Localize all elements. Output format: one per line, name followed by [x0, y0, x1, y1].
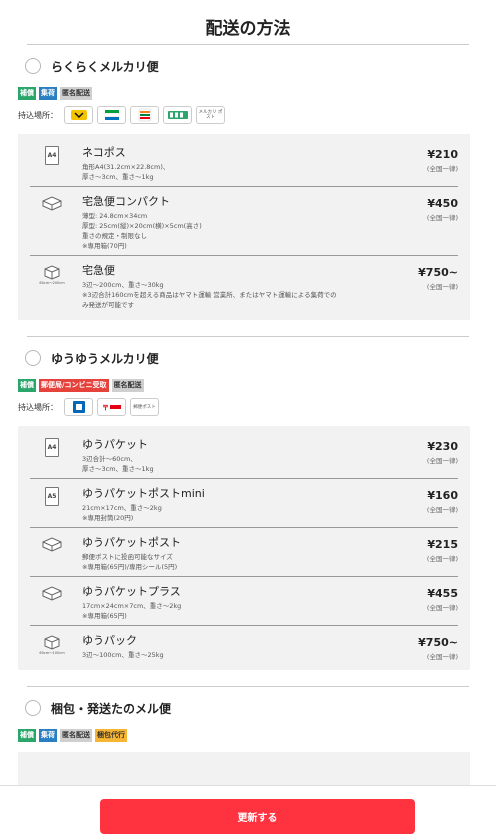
option-yupacket: A4 ゆうパケット 3辺合計〜60cm、 厚さ〜3cm、重さ〜1kg ¥230 …	[30, 430, 458, 479]
option-price: ¥450	[427, 197, 458, 210]
options-panel: A4 ネコポス 角形A4(31.2cm×22.8cm)、 厚さ〜3cm、重さ〜1…	[18, 134, 470, 320]
tag-anonymous: 匿名配送	[60, 87, 92, 100]
price-note: (全国一律)	[426, 214, 458, 222]
option-name: ゆうパケットポストmini	[82, 487, 205, 500]
price-note: (全国一律)	[426, 283, 458, 291]
option-price: ¥160	[427, 489, 458, 502]
divider	[27, 686, 469, 687]
large-box-icon	[44, 265, 60, 280]
option-name: 宅急便	[82, 264, 115, 277]
option-price: ¥230	[427, 440, 458, 453]
option-desc: 3辺〜100cm、重さ〜25kg	[82, 651, 164, 659]
option-price: ¥210	[427, 148, 458, 161]
price-note: (全国一律)	[426, 457, 458, 465]
a4-envelope-icon: A4	[45, 438, 59, 457]
option-nekopos: A4 ネコポス 角形A4(31.2cm×22.8cm)、 厚さ〜3cm、重さ〜1…	[30, 138, 458, 187]
mercari-post-label: メルカリ ポスト	[196, 106, 225, 124]
post-box-label: 郵便ポスト	[130, 398, 159, 416]
option-name: ネコポス	[82, 146, 126, 159]
option-desc: 21cm×17cm、重さ〜2kg ※専用封筒(20円)	[82, 504, 162, 522]
option-yupack: 60cm〜100cm ゆうパック 3辺〜100cm、重さ〜25kg ¥750~ …	[30, 626, 458, 664]
option-desc: 3辺合計〜60cm、 厚さ〜3cm、重さ〜1kg	[82, 455, 154, 473]
divider	[27, 336, 469, 337]
option-name: 宅急便コンパクト	[82, 195, 170, 208]
post-office-logo: 〒	[97, 398, 126, 416]
tag-anonymous: 匿名配送	[111, 379, 144, 392]
price-note: (全国一律)	[426, 555, 458, 563]
radio-yuyu[interactable]	[25, 350, 41, 366]
pudo-logo	[163, 106, 192, 124]
tag-pickup: 集荷	[39, 729, 57, 742]
box-icon	[42, 537, 62, 552]
tag-packing-service: 梱包代行	[95, 729, 127, 742]
option-yupacket-post-mini: A5 ゆうパケットポストmini 21cm×17cm、重さ〜2kg ※専用封筒(…	[30, 479, 458, 528]
option-name: ゆうパケット	[82, 438, 148, 451]
price-note: (全国一律)	[426, 604, 458, 612]
familymart-logo	[97, 106, 126, 124]
option-compact: 宅急便コンパクト 薄型: 24.8cm×34cm 厚型: 25cm(縦)×20c…	[30, 187, 458, 256]
a5-envelope-icon: A5	[45, 487, 59, 506]
page-title: 配送の方法	[205, 19, 291, 39]
price-note: (全国一律)	[426, 506, 458, 514]
tag-compensation: 補償	[18, 379, 36, 392]
box-icon	[42, 196, 62, 211]
option-price: ¥750~	[418, 636, 458, 649]
seven-eleven-logo	[130, 106, 159, 124]
large-box-icon	[44, 635, 60, 650]
size-label: 60cm〜100cm	[39, 651, 65, 655]
tag-post-office-pickup: 郵便局/コンビニ受取	[39, 379, 109, 392]
yamato-logo	[64, 106, 93, 124]
a4-envelope-icon: A4	[45, 146, 59, 165]
option-price: ¥455	[427, 587, 458, 600]
price-note: (全国一律)	[426, 653, 458, 661]
method-name: 梱包・発送たのメル便	[51, 701, 172, 716]
option-yupacket-plus: ゆうパケットプラス 17cm×24cm×7cm、重さ〜2kg ※専用箱(65円)…	[30, 577, 458, 626]
method-name: ゆうゆうメルカリ便	[51, 351, 159, 366]
option-desc: 17cm×24cm×7cm、重さ〜2kg ※専用箱(65円)	[82, 602, 182, 620]
shipping-method-yuyu[interactable]: ゆうゆうメルカリ便 補償 郵便局/コンビニ受取 匿名配送 持込場所： 〒 郵便ポ…	[0, 339, 496, 670]
method-name: らくらくメルカリ便	[51, 59, 159, 74]
option-name: ゆうパック	[82, 634, 137, 647]
carriers-label: 持込場所：	[18, 402, 58, 412]
option-desc: 薄型: 24.8cm×34cm 厚型: 25cm(縦)×20cm(横)×5cm(…	[82, 212, 202, 250]
option-price: ¥750~	[418, 266, 458, 279]
footer-bar: 更新する	[0, 785, 496, 835]
radio-tanomeru[interactable]	[25, 700, 41, 716]
divider	[27, 44, 469, 45]
option-desc: 角形A4(31.2cm×22.8cm)、 厚さ〜3cm、重さ〜1kg	[82, 163, 170, 181]
option-yupacket-post: ゆうパケットポスト 郵便ポストに投函可能なサイズ ※専用箱(65円)/専用シール…	[30, 528, 458, 577]
carriers-label: 持込場所：	[18, 110, 58, 120]
lawson-logo	[64, 398, 93, 416]
option-desc: 3辺〜200cm、重さ〜30kg ※3辺合計160cmを超える商品はヤマト運輸 …	[82, 281, 337, 309]
option-price: ¥215	[427, 538, 458, 551]
tag-compensation: 補償	[18, 729, 36, 742]
shipping-method-tanomeru[interactable]: 梱包・発送たのメル便 補償 集荷 匿名配送 梱包代行	[0, 689, 496, 792]
svg-text:〒: 〒	[102, 404, 109, 412]
box-icon	[42, 586, 62, 601]
tag-anonymous: 匿名配送	[60, 729, 92, 742]
options-panel: A4 ゆうパケット 3辺合計〜60cm、 厚さ〜3cm、重さ〜1kg ¥230 …	[18, 426, 470, 670]
price-note: (全国一律)	[426, 165, 458, 173]
option-takkyubin: 60cm〜200cm 宅急便 3辺〜200cm、重さ〜30kg ※3辺合計160…	[30, 256, 458, 314]
option-name: ゆうパケットポスト	[82, 536, 181, 549]
tag-compensation: 補償	[18, 87, 36, 100]
size-label: 60cm〜200cm	[39, 281, 65, 285]
update-button[interactable]: 更新する	[100, 799, 415, 834]
option-desc: 郵便ポストに投函可能なサイズ ※専用箱(65円)/専用シール(5円)	[82, 553, 178, 571]
radio-rakuraku[interactable]	[25, 58, 41, 74]
shipping-method-rakuraku[interactable]: らくらくメルカリ便 補償 集荷 匿名配送 持込場所： メルカリ ポスト A4 ネ…	[0, 47, 496, 320]
option-name: ゆうパケットプラス	[82, 585, 181, 598]
tag-pickup: 集荷	[39, 87, 57, 100]
